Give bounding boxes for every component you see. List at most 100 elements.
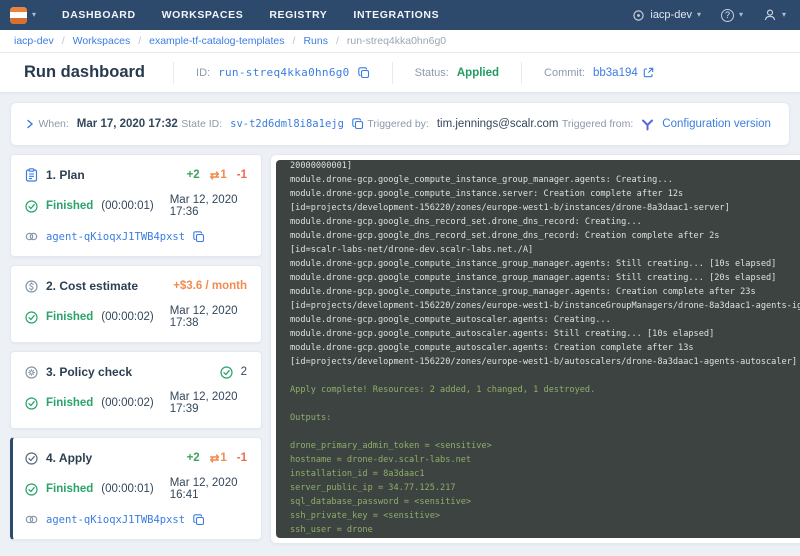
log-line-output: installation_id = 8a3daac1 [290,467,800,481]
log-line-output: ssh_private_key = <sensitive> [290,509,800,523]
log-line-output: hostname = drone-dev.scalr-labs.net [290,453,800,467]
breadcrumb-separator: / [336,35,339,47]
step-status: Finished [46,397,93,409]
nav-item-dashboard[interactable]: DASHBOARD [62,9,136,21]
when-value: Mar 17, 2020 17:32 [77,118,178,130]
check-circle-icon [25,452,38,465]
log-line: [id=projects/development-156220/zones/eu… [290,201,800,215]
run-steps-sidebar: 1. Plan +2 ⇄1 -1 Finished (00:00:01) [10,154,262,548]
nav-item-integrations[interactable]: INTEGRATIONS [353,9,439,21]
log-line-apply-complete: Apply complete! Resources: 2 added, 1 ch… [290,383,800,397]
nav-item-workspaces[interactable]: WORKSPACES [162,9,244,21]
log-line: module.drone-gcp.google_dns_record_set.d… [290,229,800,243]
status-label: Status: [415,67,449,79]
chevron-down-icon: ▾ [32,11,36,19]
chevron-down-icon: ▾ [697,11,701,19]
step-duration: (00:00:01) [101,483,153,495]
breadcrumb-current-run: run-streq4kka0hn6g0 [347,35,446,47]
breadcrumb-environment[interactable]: iacp-dev [14,35,54,47]
app-logo-menu[interactable]: ▾ [10,7,36,24]
run-id-group: ID: run-streq4kka0hn6g0 [173,62,392,84]
log-line [290,369,800,383]
resources-destroyed: -1 [237,452,247,464]
copy-icon[interactable] [352,118,364,130]
step-date: Mar 12, 2020 17:39 [170,391,247,415]
log-line: module.drone-gcp.google_compute_autoscal… [290,313,800,327]
log-line: module.drone-gcp.google_compute_instance… [290,257,800,271]
log-line-output: sql_database_password = <sensitive> [290,495,800,509]
step-card-policy-check[interactable]: 3. Policy check 2 Finished (00:00:02) Ma… [10,351,262,429]
log-line: [id=projects/development-156220/zones/eu… [290,355,800,369]
log-line: module.drone-gcp.google_compute_instance… [290,285,800,299]
run-id-label: ID: [196,67,210,79]
swap-arrows-icon: ⇄ [210,168,220,182]
breadcrumb-separator: / [293,35,296,47]
step-card-apply[interactable]: 4. Apply +2 ⇄1 -1 Finished (00:00:01) [10,437,262,540]
run-summary-card: When: Mar 17, 2020 17:32 State ID: sv-t2… [10,102,790,146]
copy-icon[interactable] [193,514,205,526]
cost-delta: +$3.6 / month [173,280,247,292]
log-line-output: server_public_ip = 34.77.125.217 [290,481,800,495]
nav-item-registry[interactable]: REGISTRY [269,9,327,21]
copy-icon[interactable] [358,67,370,79]
resources-changed: ⇄1 [210,168,227,182]
commit-label: Commit: [544,67,585,79]
step-date: Mar 12, 2020 16:41 [170,477,247,501]
copy-icon[interactable] [193,231,205,243]
log-line: module.drone-gcp.google_compute_autoscal… [290,341,800,355]
policies-passed-count: 2 [241,366,247,378]
step-card-plan[interactable]: 1. Plan +2 ⇄1 -1 Finished (00:00:01) [10,154,262,257]
check-circle-icon [25,311,38,324]
agent-link[interactable]: agent-qKioqxJ1TWB4pxst [46,231,185,243]
state-id-link[interactable]: sv-t2d6dml8i8a1ejg [230,118,344,130]
chevron-right-icon[interactable] [25,119,35,129]
log-line [290,425,800,439]
log-line-outputs-header: Outputs: [290,411,800,425]
log-line: module.drone-gcp.google_compute_instance… [290,187,800,201]
state-id-group: State ID: sv-t2d6dml8i8a1ejg [181,118,364,130]
breadcrumb-runs[interactable]: Runs [303,35,328,47]
main-menu: DASHBOARD WORKSPACES REGISTRY INTEGRATIO… [62,9,439,21]
link-icon [25,513,38,526]
step-duration: (00:00:01) [101,200,153,212]
commit-link[interactable]: bb3a194 [593,67,654,79]
agent-link[interactable]: agent-qKioqxJ1TWB4pxst [46,514,185,526]
environment-selector[interactable]: iacp-dev ▾ [632,9,701,22]
step-status: Finished [46,311,93,323]
resources-added: +2 [187,452,200,464]
chevron-down-icon: ▾ [739,11,743,19]
external-link-icon [643,67,654,78]
step-card-cost-estimate[interactable]: 2. Cost estimate +$3.6 / month Finished … [10,265,262,343]
user-menu[interactable]: ▾ [763,8,786,22]
step-title: 3. Policy check [46,365,132,379]
step-duration: (00:00:02) [101,311,153,323]
log-line-output: ssh_user = drone [290,523,800,537]
help-menu[interactable]: ? ▾ [721,9,743,22]
triggered-from-label: Triggered from: [562,118,633,130]
breadcrumb-workspaces[interactable]: Workspaces [73,35,131,47]
log-line: module.drone-gcp.google_compute_instance… [290,271,800,285]
console-output[interactable]: 20000000001] module.drone-gcp.google_com… [276,160,800,538]
step-title: 1. Plan [46,168,85,182]
apply-log-card: 20000000001] module.drone-gcp.google_com… [270,154,800,544]
resources-added: +2 [187,169,200,181]
breadcrumb-workspace-name[interactable]: example-tf-catalog-templates [149,35,284,47]
step-date: Mar 12, 2020 17:36 [170,194,247,218]
configuration-version-link[interactable]: Configuration version [662,118,771,130]
step-title: 4. Apply [46,451,92,465]
swap-arrows-icon: ⇄ [210,451,220,465]
step-date: Mar 12, 2020 17:38 [170,305,247,329]
dollar-circle-icon [25,280,38,293]
step-duration: (00:00:02) [101,397,153,409]
resources-destroyed: -1 [237,169,247,181]
breadcrumb-separator: / [62,35,65,47]
log-line: module.drone-gcp.google_compute_instance… [290,173,800,187]
log-line: module.drone-gcp.google_compute_autoscal… [290,327,800,341]
configuration-version-icon [641,118,654,131]
log-line: 20000000001] [290,160,800,173]
top-navbar: ▾ DASHBOARD WORKSPACES REGISTRY INTEGRAT… [0,0,800,30]
step-status: Finished [46,483,93,495]
link-icon [25,230,38,243]
gear-circle-icon [25,366,38,379]
state-id-label: State ID: [181,118,222,130]
